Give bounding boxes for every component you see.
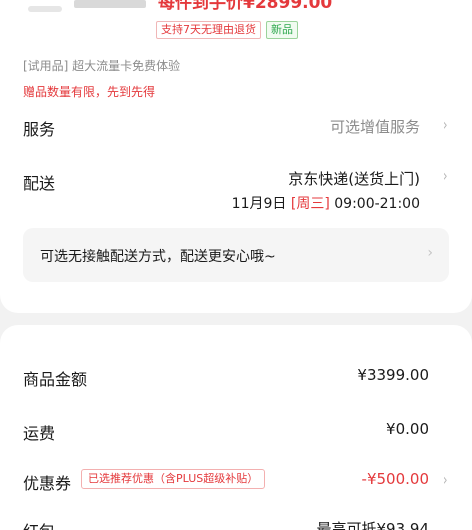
chevron-right-icon: › [427, 245, 433, 261]
goods-amount-value: ¥3399.00 [357, 366, 429, 384]
chevron-right-icon[interactable]: › [443, 166, 447, 185]
delivery-method[interactable]: 京东快递(送货上门) [288, 168, 420, 189]
gift-limit-notice: 赠品数量有限，先到先得 [23, 85, 156, 99]
delivery-weekday: [周三] [290, 196, 330, 212]
service-option-link[interactable]: 可选增值服务 [330, 116, 420, 137]
goods-amount-label: 商品金额 [23, 370, 88, 389]
delivery-date: 11月9日 [231, 196, 287, 212]
delivery-label: 配送 [23, 174, 56, 193]
contactless-delivery-text: 可选无接触配送方式，配送更安心哦~ [40, 249, 276, 265]
service-label: 服务 [23, 120, 56, 139]
blurred-product-label [74, 0, 146, 8]
return-policy-tag: 支持7天无理由退货 [156, 21, 261, 39]
delivery-time-range: 09:00-21:00 [334, 196, 420, 212]
chevron-right-icon[interactable]: › [443, 115, 447, 134]
shipping-fee-label: 运费 [23, 424, 56, 443]
blurred-product-thumb [28, 6, 62, 12]
coupon-label: 优惠券 [23, 474, 72, 493]
shipping-fee-value: ¥0.00 [386, 420, 429, 438]
coupon-recommended-tag[interactable]: 已选推荐优惠（含PLUS超级补贴） [81, 469, 266, 489]
red-packet-label: 红包 [23, 518, 55, 530]
new-product-tag: 新品 [266, 21, 298, 39]
delivery-time: 11月9日 [周三] 09:00-21:00 [232, 193, 420, 213]
gift-trial-item[interactable]: [试用品] 超大流量卡免费体验 [23, 57, 180, 74]
contactless-delivery-banner[interactable]: 可选无接触配送方式，配送更安心哦~ › [23, 228, 449, 282]
unit-price-text: 每件到手价¥2899.00 [158, 0, 333, 13]
coupon-discount-value[interactable]: -¥500.00 [362, 470, 429, 488]
red-packet-value[interactable]: 最高可抵¥93.94 [317, 518, 430, 530]
chevron-right-icon[interactable]: › [443, 470, 447, 489]
